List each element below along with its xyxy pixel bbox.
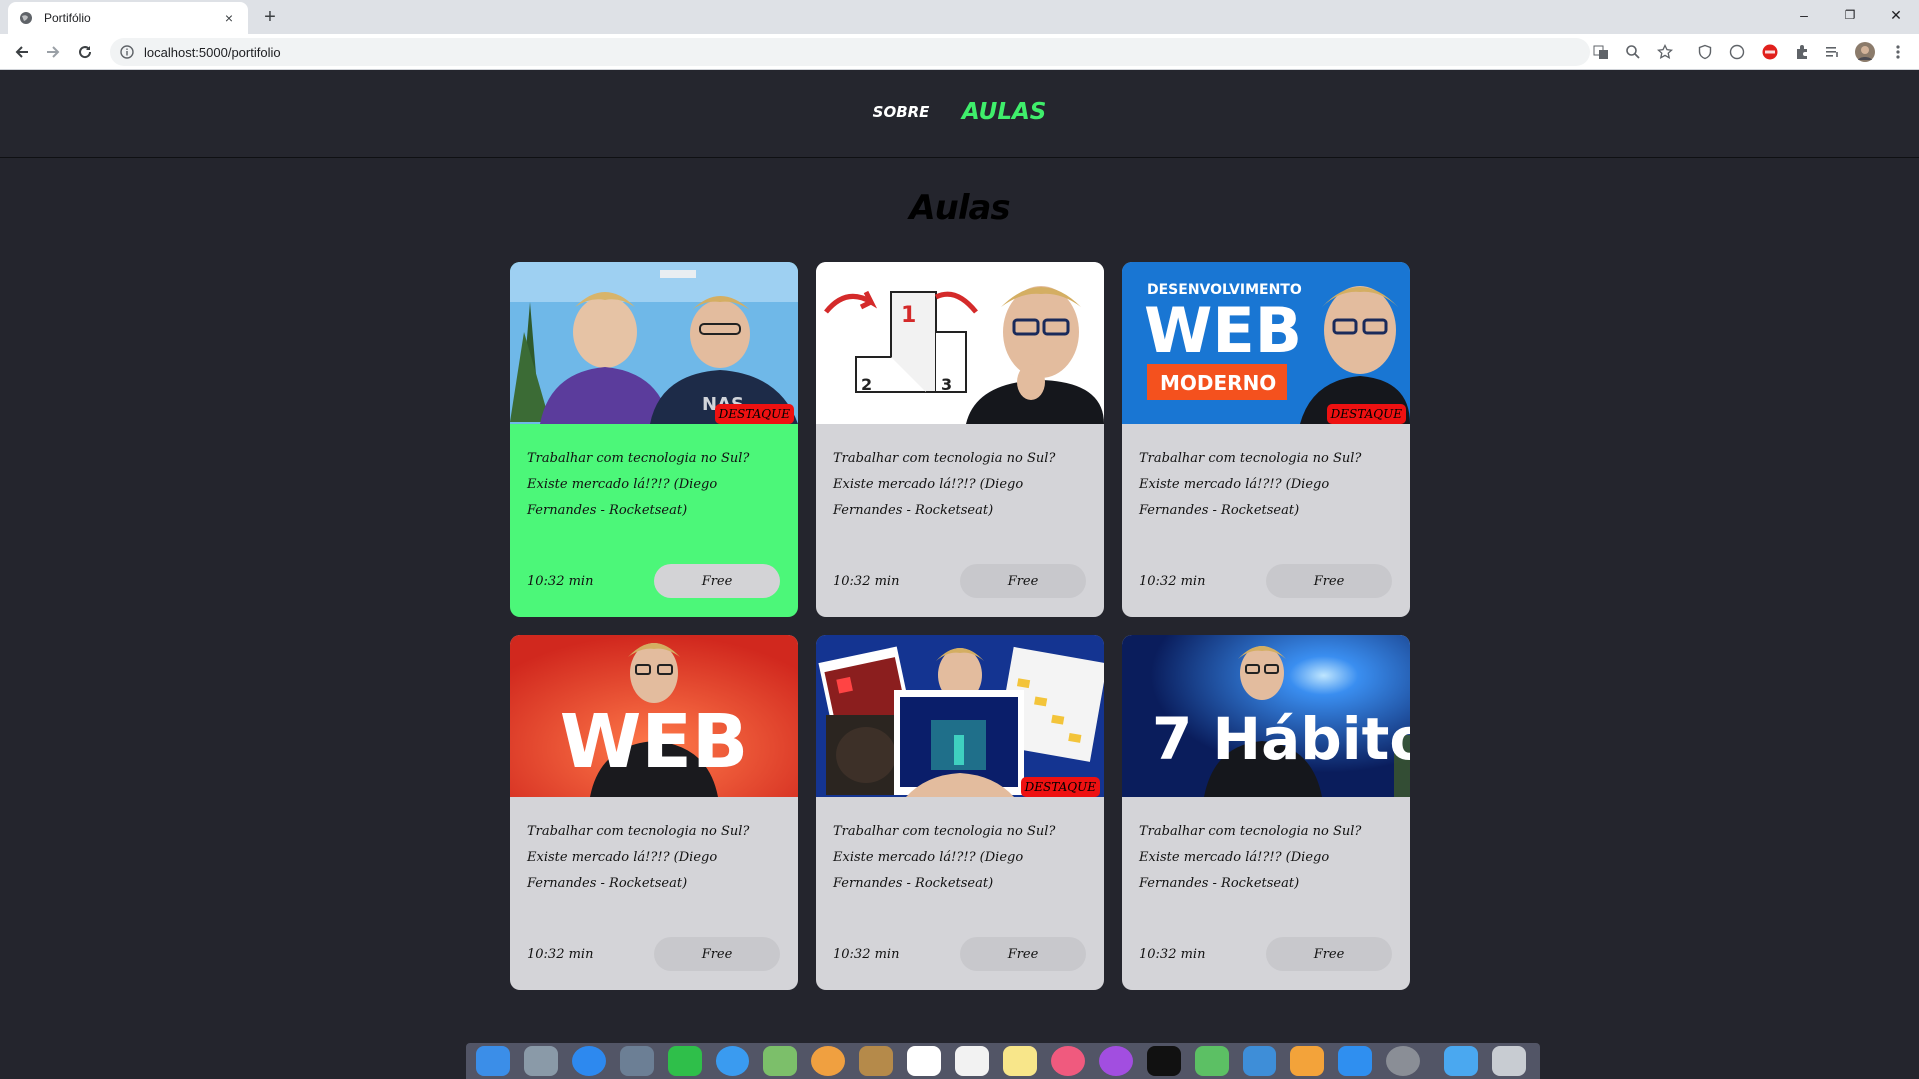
lesson-thumbnail: NAS xyxy=(510,262,798,424)
tab-title: Portifólio xyxy=(44,11,91,25)
svg-text:2: 2 xyxy=(861,375,872,394)
free-button[interactable]: Free xyxy=(654,564,780,598)
reload-icon[interactable] xyxy=(73,40,97,64)
system-preferences-icon[interactable] xyxy=(1386,1046,1421,1076)
star-icon[interactable] xyxy=(1655,42,1675,62)
adblock-icon[interactable] xyxy=(1760,42,1780,62)
contacts-icon[interactable] xyxy=(859,1046,894,1076)
lesson-title: Trabalhar com tecnologia no Sul? Existe … xyxy=(527,451,750,518)
numbers-icon[interactable] xyxy=(1194,1046,1229,1076)
zoom-icon[interactable] xyxy=(1623,42,1643,62)
avatar[interactable] xyxy=(1855,42,1875,62)
facetime-icon[interactable] xyxy=(667,1046,702,1076)
info-icon[interactable] xyxy=(120,45,134,59)
keynote-icon[interactable] xyxy=(1242,1046,1277,1076)
lesson-thumbnail: 1 2 3 xyxy=(816,262,1104,424)
lesson-thumbnail: WEB xyxy=(510,635,798,797)
lesson-card[interactable]: WEB Trabalhar com tecnologia no Sul? Exi… xyxy=(510,635,798,990)
downloads-folder-icon[interactable] xyxy=(1444,1046,1479,1076)
safari-icon[interactable] xyxy=(571,1046,606,1076)
app-dock xyxy=(466,1043,1540,1079)
page-title: Aulas xyxy=(909,188,1010,228)
nav-link-aulas[interactable]: AULAS xyxy=(962,99,1046,125)
forward-arrow-icon[interactable] xyxy=(41,40,65,64)
podcasts-icon[interactable] xyxy=(1098,1046,1133,1076)
media-queue-icon[interactable] xyxy=(1823,42,1843,62)
browser-menu-icon[interactable] xyxy=(1888,42,1908,62)
close-tab-icon[interactable]: × xyxy=(220,10,238,26)
lesson-duration: 10:32 min xyxy=(833,947,900,962)
globe-icon xyxy=(18,10,34,26)
site-header: SOBRE AULAS xyxy=(0,71,1919,158)
lesson-duration: 10:32 min xyxy=(527,574,594,589)
shield-icon[interactable] xyxy=(1695,42,1715,62)
messages-icon[interactable] xyxy=(715,1046,750,1076)
address-bar[interactable]: localhost:5000/portifolio xyxy=(110,38,1590,66)
translate-icon[interactable] xyxy=(1591,42,1611,62)
app-store-icon[interactable] xyxy=(1338,1046,1373,1076)
pages-icon[interactable] xyxy=(1290,1046,1325,1076)
trash-icon[interactable] xyxy=(1492,1046,1526,1076)
launchpad-icon[interactable] xyxy=(523,1046,558,1076)
puzzle-extensions-icon[interactable] xyxy=(1792,42,1812,62)
lessons-grid: NAS DESTAQUE Trabalhar com tecnologia no… xyxy=(510,262,1412,990)
lesson-duration: 10:32 min xyxy=(833,574,900,589)
reminders-icon[interactable] xyxy=(955,1046,989,1076)
photos-icon[interactable] xyxy=(811,1046,846,1076)
lesson-card[interactable]: 1 2 3 Trabalhar com tecnologia no Sul? E… xyxy=(816,262,1104,617)
free-button[interactable]: Free xyxy=(960,937,1086,971)
svg-text:1: 1 xyxy=(901,303,916,328)
notes-icon[interactable] xyxy=(1002,1046,1037,1076)
browser-tabbar: Portifólio × + – ❐ ✕ xyxy=(0,0,1919,34)
maps-icon[interactable] xyxy=(763,1046,798,1076)
restore-window-button[interactable]: ❐ xyxy=(1827,0,1873,30)
lesson-title: Trabalhar com tecnologia no Sul? Existe … xyxy=(527,824,750,891)
lesson-card[interactable]: NAS DESTAQUE Trabalhar com tecnologia no… xyxy=(510,262,798,617)
nav-link-sobre[interactable]: SOBRE xyxy=(873,103,930,121)
calendar-icon[interactable] xyxy=(907,1046,942,1076)
free-button[interactable]: Free xyxy=(1266,937,1392,971)
featured-badge: DESTAQUE xyxy=(1020,777,1100,797)
photo-browser-icon[interactable] xyxy=(619,1046,654,1076)
main-nav: SOBRE AULAS xyxy=(0,99,1919,125)
lesson-duration: 10:32 min xyxy=(1139,947,1206,962)
lesson-title: Trabalhar com tecnologia no Sul? Existe … xyxy=(833,824,1056,891)
url-text: localhost:5000/portifolio xyxy=(144,44,281,60)
lesson-title: Trabalhar com tecnologia no Sul? Existe … xyxy=(1139,451,1362,518)
svg-text:3: 3 xyxy=(941,375,952,394)
lesson-duration: 10:32 min xyxy=(1139,574,1206,589)
featured-badge: DESTAQUE xyxy=(1326,404,1406,424)
svg-text:WEB: WEB xyxy=(1144,294,1302,367)
lesson-thumbnail: 7 Hábitos xyxy=(1122,635,1410,797)
browser-toolbar: localhost:5000/portifolio xyxy=(0,34,1919,70)
tv-icon[interactable] xyxy=(1146,1046,1181,1076)
svg-text:7 Hábitos: 7 Hábitos xyxy=(1152,705,1410,773)
lesson-thumbnail: DESENVOLVIMENTO WEB MODERNO xyxy=(1122,262,1410,424)
browser-tab[interactable]: Portifólio × xyxy=(8,2,248,34)
featured-badge: DESTAQUE xyxy=(714,404,794,424)
page: SOBRE AULAS Aulas DESTAQUE Trabalhar com… xyxy=(0,71,1919,1079)
lesson-card[interactable]: DESENVOLVIMENTO WEB MODERNO DESTAQUE Tra… xyxy=(1122,262,1410,617)
close-window-button[interactable]: ✕ xyxy=(1873,0,1919,30)
free-button[interactable]: Free xyxy=(654,937,780,971)
free-button[interactable]: Free xyxy=(1266,564,1392,598)
extension-circle-icon[interactable] xyxy=(1727,42,1747,62)
finder-icon[interactable] xyxy=(476,1046,510,1076)
lesson-title: Trabalhar com tecnologia no Sul? Existe … xyxy=(1139,824,1362,891)
back-arrow-icon[interactable] xyxy=(10,40,34,64)
lesson-card[interactable]: DESTAQUE Trabalhar com tecnologia no Sul… xyxy=(816,635,1104,990)
lesson-duration: 10:32 min xyxy=(527,947,594,962)
lesson-card[interactable]: 7 Hábitos Trabalhar com tecnologia no Su… xyxy=(1122,635,1410,990)
minimize-window-button[interactable]: – xyxy=(1781,0,1827,30)
new-tab-button[interactable]: + xyxy=(258,5,282,29)
music-icon[interactable] xyxy=(1050,1046,1085,1076)
svg-text:WEB: WEB xyxy=(560,699,749,785)
svg-text:MODERNO: MODERNO xyxy=(1160,371,1276,395)
lesson-title: Trabalhar com tecnologia no Sul? Existe … xyxy=(833,451,1056,518)
lesson-thumbnail xyxy=(816,635,1104,797)
free-button[interactable]: Free xyxy=(960,564,1086,598)
